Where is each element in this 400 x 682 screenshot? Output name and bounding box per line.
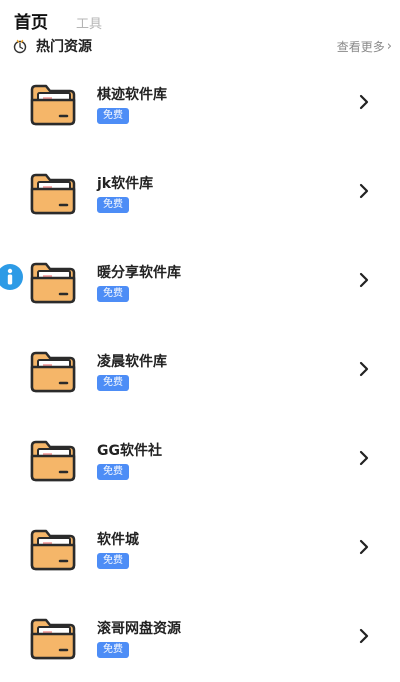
folder-icon (28, 82, 78, 126)
folder-icon (28, 349, 78, 393)
list-item[interactable]: 暖分享软件库 免费 (0, 237, 400, 326)
hot-icon (13, 39, 27, 54)
section-header: 热门资源 查看更多 › (12, 36, 392, 56)
item-name: 滚哥网盘资源 (97, 621, 181, 637)
folder-icon (28, 260, 78, 304)
list-item[interactable]: GG软件社免费 (0, 415, 400, 504)
free-badge: 免费 (97, 286, 129, 302)
free-badge: 免费 (97, 197, 129, 213)
top-tabs: 首页 工具 (14, 8, 102, 33)
info-icon[interactable] (0, 263, 24, 291)
list-item[interactable]: 凌晨软件库 免费 (0, 326, 400, 415)
item-name: 凌晨软件库 (97, 354, 167, 370)
free-badge: 免费 (97, 375, 129, 391)
chevron-right-icon: › (386, 38, 392, 54)
resource-list: 棋迹软件库免费 jk软件库免费 暖分享软件库免费 凌晨软件库免费 GG软 (0, 59, 400, 682)
folder-icon (28, 527, 78, 571)
chevron-right-icon[interactable] (357, 360, 371, 378)
list-item[interactable]: 滚哥网盘资源 免费 (0, 593, 400, 682)
view-more-label: 查看更多 (336, 39, 385, 54)
chevron-right-icon[interactable] (357, 93, 371, 111)
list-item[interactable]: jk软件库免费 (0, 148, 400, 237)
view-more-link[interactable]: 查看更多 › (337, 38, 392, 55)
chevron-right-icon[interactable] (357, 449, 371, 467)
item-name: 软件城 (97, 532, 139, 548)
item-name: jk软件库 (97, 176, 154, 192)
chevron-right-icon[interactable] (357, 271, 371, 289)
free-badge: 免费 (97, 642, 129, 658)
item-name: 棋迹软件库 (97, 87, 167, 103)
free-badge: 免费 (97, 464, 129, 480)
free-badge: 免费 (97, 553, 129, 569)
folder-icon (28, 616, 78, 660)
chevron-right-icon[interactable] (357, 538, 371, 556)
section-title: 热门资源 (36, 39, 92, 55)
list-item[interactable]: 棋迹软件库 免费 (0, 59, 400, 148)
chevron-right-icon[interactable] (357, 182, 371, 200)
tab-home[interactable]: 首页 (14, 8, 48, 33)
list-item[interactable]: 软件城 免费 (0, 504, 400, 593)
free-badge: 免费 (97, 108, 129, 124)
folder-icon (28, 438, 78, 482)
chevron-right-icon[interactable] (357, 627, 371, 645)
item-name: 暖分享软件库 (97, 265, 181, 281)
item-name: GG软件社 (97, 443, 162, 459)
tab-tools[interactable]: 工具 (76, 13, 102, 32)
folder-icon (28, 171, 78, 215)
